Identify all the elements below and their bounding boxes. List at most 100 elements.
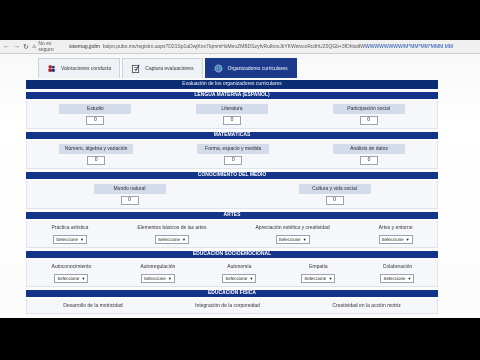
field-label: Desarrollo de la motricidad — [63, 303, 123, 309]
field-cultura: Cultura y vida social 0 — [298, 184, 371, 205]
select-value: Seleccione — [383, 276, 406, 281]
field-label: Autoconocimiento — [51, 264, 92, 270]
score-input[interactable]: 0 — [86, 116, 105, 125]
select-dropdown[interactable]: Seleccione ▼ — [380, 274, 415, 283]
field-label: Integración de la corporeidad — [195, 303, 260, 309]
caret-down-icon: ▼ — [79, 237, 84, 242]
select-value: Seleccione — [225, 276, 248, 281]
field-participacion: Participación social 0 — [332, 104, 405, 125]
select-dropdown[interactable]: Seleccione ▼ — [154, 235, 189, 244]
field-label: Autonomía — [227, 264, 252, 270]
select-dropdown[interactable]: Seleccione ▼ — [140, 274, 175, 283]
score-input[interactable]: 0 — [224, 156, 243, 165]
field-label: Elementos básicos de las artes — [137, 225, 207, 231]
section-header-matematicas: MATEMÁTICAS — [26, 132, 438, 139]
score-input[interactable]: 0 — [120, 196, 139, 205]
field-forma: Forma, espacio y medida 0 — [197, 144, 270, 165]
tab-label: Valoraciones conducta — [61, 65, 112, 72]
section-body-matematicas: Número, álgebra y variación 0 Forma, esp… — [26, 141, 438, 169]
insecure-label: No es seguro — [38, 40, 54, 53]
select-dropdown[interactable]: Seleccione ▼ — [301, 274, 336, 283]
section-body-socioemocional: Autoconocimiento Seleccione ▼ Autorregula… — [26, 260, 438, 287]
select-value: Seleccione — [278, 237, 301, 242]
section-header-lengua: LENGUA MATERNA (ESPAÑOL) — [26, 92, 438, 99]
field-label: Literatura — [195, 104, 268, 114]
field-label: Forma, espacio y medida — [197, 144, 270, 154]
select-value: Seleccione — [304, 276, 327, 281]
forward-icon[interactable]: → — [13, 43, 20, 50]
field-empatia: Empatía Seleccione ▼ — [301, 263, 336, 283]
caret-down-icon: ▼ — [181, 237, 186, 242]
select-dropdown[interactable]: Seleccione ▼ — [222, 274, 257, 283]
field-label: Artes y entorno — [378, 225, 413, 231]
section-header-artes: ARTES — [26, 212, 438, 219]
tab-bar: Valoraciones conducta Captura evaluacion… — [38, 58, 390, 78]
field-numero: Número, álgebra y variación 0 — [58, 144, 134, 165]
select-dropdown[interactable]: Seleccione ▼ — [52, 235, 87, 244]
field-label: Colaboración — [382, 264, 413, 270]
field-autonomia: Autonomía Seleccione ▼ — [222, 263, 257, 283]
warning-icon: ⚠ — [31, 43, 37, 50]
field-autorregulacion: Autorregulación Seleccione ▼ — [138, 263, 177, 283]
field-label: Apreciación estética y creatividad — [255, 225, 330, 231]
score-input[interactable]: 0 — [325, 196, 344, 205]
page-title: Evaluación de los organizadores curricul… — [26, 80, 438, 89]
field-practica: Práctica artística Seleccione ▼ — [49, 224, 90, 244]
reload-icon[interactable]: ↻ — [23, 43, 29, 51]
section-header-medio: CONOCIMIENTO DEL MEDIO — [26, 172, 438, 179]
select-dropdown[interactable]: Seleccione ▼ — [275, 235, 310, 244]
field-label: Estudio — [59, 104, 132, 114]
score-input[interactable]: 0 — [359, 116, 378, 125]
tab-organizadores[interactable]: Organizadores curriculares — [204, 58, 297, 78]
field-label: Análisis de datos — [333, 144, 406, 154]
insecure-indicator[interactable]: ⚠ No es seguro — [32, 41, 66, 53]
globe-icon — [214, 64, 223, 73]
select-value: Seleccione — [57, 276, 80, 281]
section-header-socioemocional: EDUCACIÓN SOCIOEMOCIONAL — [26, 251, 438, 258]
score-input[interactable]: 0 — [222, 116, 241, 125]
field-mundo-natural: Mundo natural 0 — [93, 184, 166, 205]
top-black-band — [0, 0, 480, 40]
caret-down-icon: ▼ — [249, 276, 254, 281]
section-body-medio: Mundo natural 0 Cultura y vida social 0 — [26, 181, 438, 209]
field-autoconocimiento: Autoconocimiento Seleccione ▼ — [50, 263, 94, 283]
field-literatura: Literatura 0 — [195, 104, 268, 125]
score-input[interactable]: 0 — [87, 156, 106, 165]
tab-captura[interactable]: Captura evaluaciones — [122, 58, 203, 78]
tab-label: Organizadores curriculares — [227, 65, 288, 72]
field-label: Práctica artística — [51, 225, 89, 231]
section-body-lengua: Estudio 0 Literatura 0 Participación soc… — [26, 101, 438, 129]
caret-down-icon: ▼ — [405, 237, 410, 242]
caret-down-icon: ▼ — [81, 276, 86, 281]
field-label: Participación social — [332, 104, 405, 114]
field-artes-entorno: Artes y entorno Seleccione ▼ — [377, 224, 415, 244]
caret-down-icon: ▼ — [328, 276, 333, 281]
clipboard-icon — [131, 64, 140, 73]
select-dropdown[interactable]: Seleccione ▼ — [54, 274, 89, 283]
field-analisis: Análisis de datos 0 — [333, 144, 406, 165]
select-value: Seleccione — [143, 276, 166, 281]
field-apreciacion: Apreciación estética y creatividad Selec… — [253, 224, 331, 244]
field-label: Empatía — [309, 264, 328, 270]
field-motricidad: Desarrollo de la motricidad — [61, 302, 124, 310]
field-label: Creatividad en la acción motriz — [332, 303, 401, 309]
select-dropdown[interactable]: Seleccione ▼ — [378, 235, 413, 244]
users-icon — [47, 64, 56, 73]
caret-down-icon: ▼ — [167, 276, 172, 281]
field-elementos: Elementos básicos de las artes Seleccion… — [135, 224, 208, 244]
field-label: Número, álgebra y variación — [58, 144, 134, 154]
field-label: Autorregulación — [140, 264, 176, 270]
url-field[interactable]: bsipo.pubo.mx/registro.aspx?D21Sp1aDwjKn… — [103, 44, 480, 50]
tab-valoraciones[interactable]: Valoraciones conducta — [38, 58, 121, 78]
section-body-artes: Práctica artística Seleccione ▼ Elementos… — [26, 221, 438, 248]
address-bar: ← → ↻ ⚠ No es seguro sisemag.jpdm bsipo.… — [0, 40, 480, 54]
field-estudio: Estudio 0 — [59, 104, 132, 125]
bottom-black-band — [0, 318, 480, 360]
field-creatividad: Creatividad en la acción motriz — [330, 302, 402, 310]
field-corporeidad: Integración de la corporeidad — [193, 302, 262, 310]
caret-down-icon: ▼ — [407, 276, 412, 281]
back-icon[interactable]: ← — [3, 43, 10, 50]
score-input[interactable]: 0 — [360, 156, 379, 165]
select-value: Seleccione — [381, 237, 404, 242]
url-text: bsipo.pubo.mx/registro.aspx?D21Sp1aDwjKn… — [102, 43, 365, 50]
